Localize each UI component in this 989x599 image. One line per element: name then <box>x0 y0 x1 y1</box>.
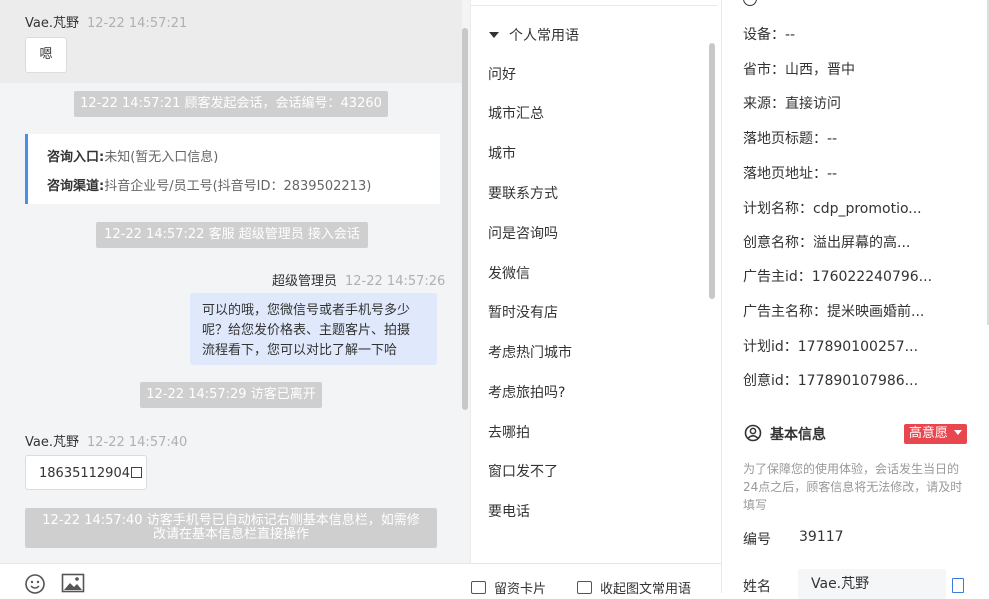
phrase-item[interactable]: 考虑热门城市 <box>488 342 572 362</box>
phrase-item[interactable]: 去哪拍 <box>488 422 530 442</box>
system-message: 12-22 14:57:40 访客手机号已自动标记右侧基本信息栏，如需修 改请在… <box>25 508 437 548</box>
phrase-item[interactable]: 城市汇总 <box>488 103 544 123</box>
system-message-text: 12-22 14:57:40 访客手机号已自动标记右侧基本信息栏，如需修 <box>42 513 420 528</box>
advertiser-id-row: 广告主id：176022240796... <box>743 269 933 285</box>
visitor-meta-1: Vae.芃野 12-22 14:57:21 <box>25 12 187 31</box>
entry-label: 咨询入口: <box>47 150 105 165</box>
common-phrases-panel: 个人常用语 问好 城市汇总 城市 要联系方式 问是咨询吗 发微信 暂时没有店 考… <box>470 0 722 563</box>
edit-doc-icon[interactable] <box>952 578 964 593</box>
system-message-text: 12-22 14:57:22 客服 超级管理员 接入会话 <box>104 227 360 242</box>
collapse-phrases-label: 收起图文常用语 <box>600 582 692 597</box>
info-icon <box>743 0 757 6</box>
visitor-name: Vae.芃野 <box>25 435 79 450</box>
phrase-item[interactable]: 城市 <box>488 143 516 163</box>
card-icon <box>471 581 486 594</box>
copy-icon[interactable] <box>130 467 142 478</box>
image-icon[interactable] <box>61 573 85 597</box>
visitor-meta-2: Vae.芃野 12-22 14:57:40 <box>25 431 187 450</box>
number-label: 编号 <box>743 532 771 548</box>
visitor-bubble: 嗯 <box>25 37 67 73</box>
phrase-item[interactable]: 问好 <box>488 64 516 84</box>
message-time: 12-22 14:57:40 <box>86 435 188 450</box>
basic-info-label: 基本信息 <box>770 427 826 443</box>
lead-card-label: 留资卡片 <box>494 582 547 597</box>
agent-name: 超级管理员 <box>272 274 338 289</box>
province-row: 省市：山西，晋中 <box>743 62 855 78</box>
system-message: 12-22 14:57:29 访客已离开 <box>140 382 322 408</box>
name-field-value: Vae.芃野 <box>811 576 870 592</box>
message-icon <box>577 581 592 594</box>
system-message: 12-22 14:57:21 顾客发起会话，会话编号：43260 <box>74 91 388 117</box>
agent-message-line: 可以的哦，您微信号或者手机号多少 <box>202 303 411 318</box>
message-time: 12-22 14:57:26 <box>345 274 446 289</box>
device-row: 设备：-- <box>743 27 796 43</box>
intent-level-label: 高意愿 <box>908 426 948 441</box>
name-label: 姓名 <box>743 579 771 595</box>
message-time: 12-22 14:57:21 <box>86 16 188 31</box>
visitor-info-panel: 设备：-- 省市：山西，晋中 来源：直接访问 落地页标题：-- 落地页地址：--… <box>722 0 989 599</box>
smiley-icon[interactable] <box>24 573 46 599</box>
phrase-item[interactable]: 要联系方式 <box>488 183 558 203</box>
landing-url-row: 落地页地址：-- <box>743 166 838 182</box>
phrase-item[interactable]: 发微信 <box>488 263 530 283</box>
agent-meta: 超级管理员 12-22 14:57:26 <box>272 270 445 289</box>
visitor-name: Vae.芃野 <box>25 16 79 31</box>
agent-bubble: 可以的哦，您微信号或者手机号多少 呢？给您发价格表、主题客片、拍摄 流程看下，您… <box>190 293 437 365</box>
phrase-item[interactable]: 窗口发不了 <box>488 461 558 481</box>
channel-value: 抖音企业号/员工号(抖音号ID：2839502213) <box>104 179 372 194</box>
phrase-item[interactable]: 暂时没有店 <box>488 302 558 322</box>
system-message: 12-22 14:57:22 客服 超级管理员 接入会话 <box>96 222 368 248</box>
plan-name-row: 计划名称：cdp_promotio... <box>743 201 922 217</box>
basic-info-title: 基本信息 <box>744 424 826 444</box>
number-value: 39117 <box>799 529 844 545</box>
chat-scrollbar[interactable] <box>462 28 468 410</box>
phrases-scrollbar[interactable] <box>709 43 715 299</box>
system-message-text: 改请在基本信息栏直接操作 <box>152 527 309 542</box>
section-header-fragment <box>743 0 757 10</box>
entry-value: 未知(暂无入口信息) <box>104 150 219 165</box>
intent-level-dropdown[interactable]: 高意愿 <box>904 424 967 444</box>
agent-message-line: 呢？给您发价格表、主题客片、拍摄 <box>202 323 411 338</box>
visitor-message: 嗯 <box>39 47 53 62</box>
agent-message-line: 流程看下，您可以对比了解一下哈 <box>202 343 398 358</box>
input-toolbar: 留资卡片 收起图文常用语 <box>0 563 722 597</box>
consult-source-card: 咨询入口:未知(暂无入口信息) 咨询渠道:抖音企业号/员工号(抖音号ID：283… <box>25 134 440 204</box>
divider <box>471 5 717 6</box>
name-field[interactable]: Vae.芃野 <box>798 569 946 599</box>
user-circle-icon <box>744 424 762 442</box>
creative-id-row: 创意id：177890107986... <box>743 373 919 389</box>
entry-row: 咨询入口:未知(暂无入口信息) <box>47 146 218 165</box>
plan-id-row: 计划id：177890100257... <box>743 339 919 355</box>
system-message-text: 12-22 14:57:21 顾客发起会话，会话编号：43260 <box>80 96 382 111</box>
lead-card-button[interactable]: 留资卡片 <box>471 578 546 597</box>
phrase-item[interactable]: 问是咨询吗 <box>488 223 558 243</box>
phrase-item[interactable]: 要电话 <box>488 501 530 521</box>
source-row: 来源：直接访问 <box>743 96 841 112</box>
collapse-phrases-button[interactable]: 收起图文常用语 <box>577 578 691 597</box>
channel-row: 咨询渠道:抖音企业号/员工号(抖音号ID：2839502213) <box>47 175 371 194</box>
advertiser-name-row: 广告主名称：提米映画婚前... <box>743 304 925 320</box>
visitor-phone-text: 18635112904 <box>39 466 130 481</box>
system-message-text: 12-22 14:57:29 访客已离开 <box>146 387 316 402</box>
creative-name-row: 创意名称：溢出屏幕的高... <box>743 235 911 251</box>
edit-notice: 为了保障您的使用体验，会话发生当日的24点之后，顾客信息将无法修改，请及时填写 <box>743 462 963 512</box>
caret-down-icon <box>489 32 499 38</box>
phrase-item[interactable]: 考虑旅拍吗? <box>488 382 565 402</box>
phrases-group-header[interactable]: 个人常用语 <box>489 25 579 45</box>
visitor-phone-bubble[interactable]: 18635112904 <box>25 455 147 490</box>
phrases-group-title: 个人常用语 <box>509 28 579 44</box>
chat-panel: Vae.芃野 12-22 14:57:21 嗯 12-22 14:57:21 顾客… <box>0 0 470 563</box>
caret-down-icon <box>954 430 963 435</box>
channel-label: 咨询渠道: <box>47 179 105 194</box>
landing-title-row: 落地页标题：-- <box>743 131 838 147</box>
